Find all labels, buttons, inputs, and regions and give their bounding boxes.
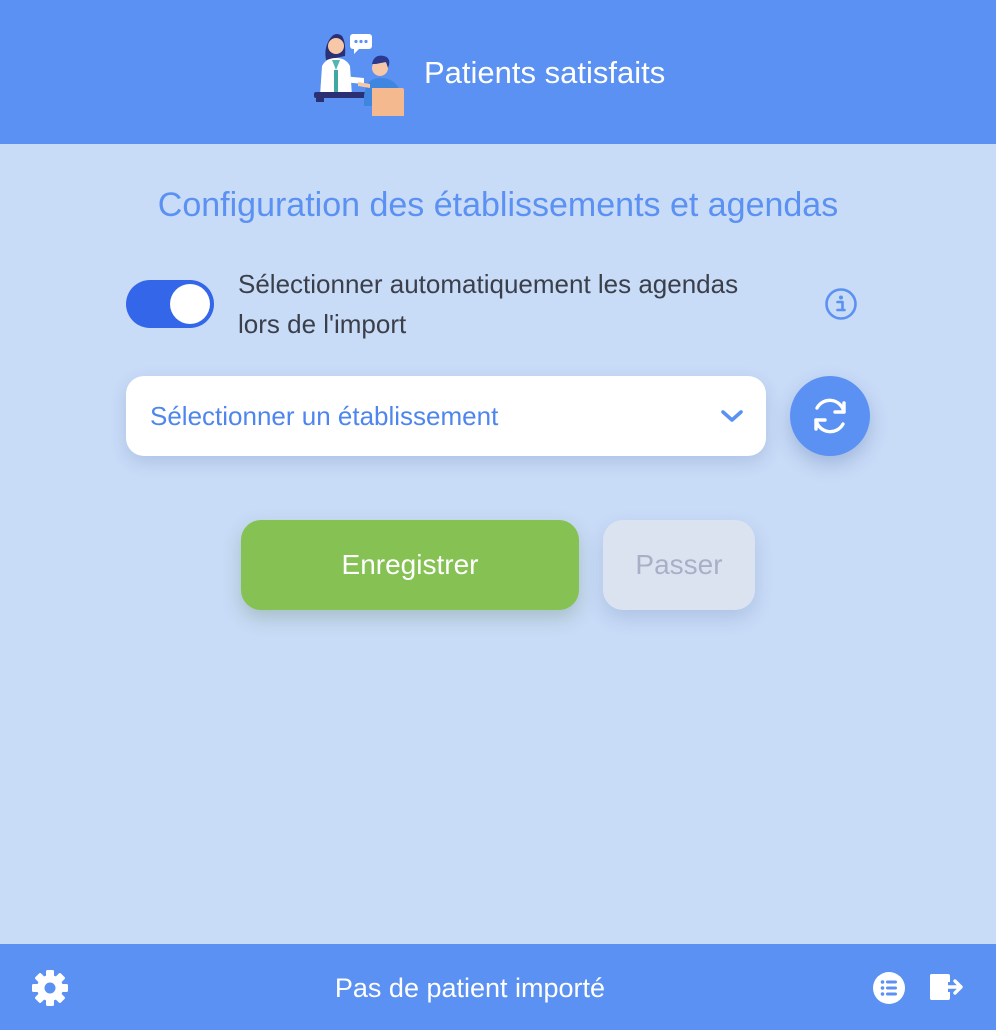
establishment-select[interactable]: Sélectionner un établissement: [126, 376, 766, 456]
save-button[interactable]: Enregistrer: [241, 520, 579, 610]
logout-icon[interactable]: [928, 970, 966, 1004]
refresh-button[interactable]: [790, 376, 870, 456]
refresh-icon: [814, 398, 846, 434]
auto-select-label: Sélectionner automatiquement les agendas…: [238, 269, 739, 339]
toggle-knob: [170, 284, 210, 324]
skip-button[interactable]: Passer: [603, 520, 755, 610]
auto-select-toggle[interactable]: [126, 280, 214, 328]
app-title: Patients satisfaits: [424, 55, 666, 90]
import-status: Pas de patient importé: [334, 973, 606, 1003]
info-icon[interactable]: [824, 287, 858, 321]
list-icon[interactable]: [872, 971, 906, 1005]
doctor-patient-icon: [314, 34, 404, 116]
chevron-down-icon[interactable]: [718, 404, 746, 428]
app-footer: Pas de patient importé: [0, 944, 996, 1030]
app-header: Patients satisfaits: [0, 0, 996, 144]
establishment-select-placeholder: Sélectionner un établissement: [150, 401, 499, 431]
page-title: Configuration des établissements et agen…: [157, 186, 839, 224]
